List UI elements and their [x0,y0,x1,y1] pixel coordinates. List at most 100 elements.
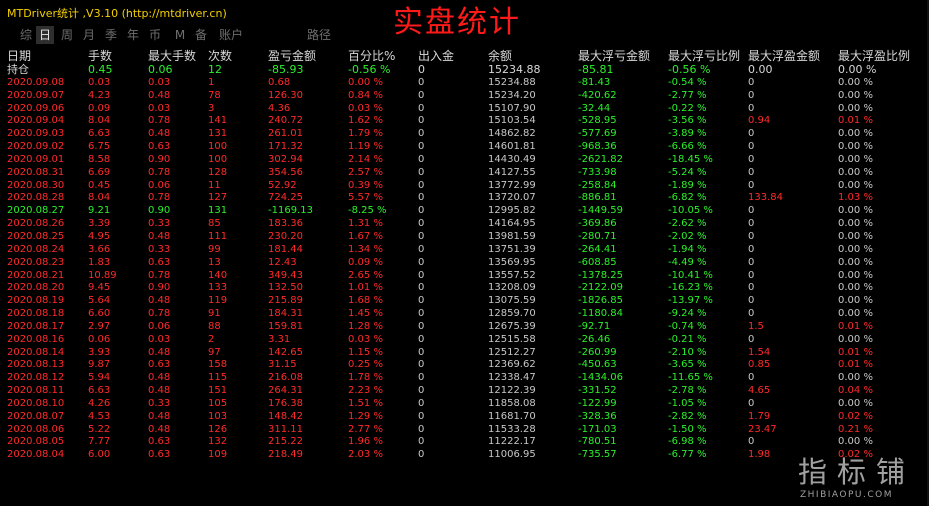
cell-1: 8.04 [88,192,111,204]
cell-0: 2020.08.24 [7,243,65,255]
table-row[interactable]: 2020.08.10 4.26 0.33 105 176.38 1.51 % 0 11858.… [0,398,929,411]
cell-11: 0.00 % [838,141,873,153]
cell-9: -1.05 % [668,397,707,409]
table-row[interactable]: 2020.08.18 6.60 0.78 91 184.31 1.45 % 0 12859.7… [0,308,929,321]
cell-4: 218.49 [268,449,303,461]
column-header-10[interactable]: 最大浮盈金额 [748,48,820,64]
tab-4[interactable]: 季 [102,26,120,44]
cell-3: 2 [208,333,215,345]
table-row[interactable]: 持仓 0.45 0.06 12 -85.93 -0.56 % 0 15234.88 -85.81… [0,63,929,77]
table-row[interactable]: 2020.08.04 6.00 0.63 109 218.49 2.03 % 0 11006.… [0,449,929,462]
table-row[interactable]: 2020.08.21 10.89 0.78 140 349.43 2.65 % 0 13557… [0,270,929,283]
table-row[interactable]: 2020.08.20 9.45 0.90 133 132.50 1.01 % 0 13208.… [0,282,929,295]
cell-2: 0.78 [148,269,171,281]
table-row[interactable]: 2020.09.03 6.63 0.48 131 261.01 1.79 % 0 14862.… [0,128,929,141]
tab-10[interactable]: 路径 [302,26,336,44]
tab-7[interactable]: M [172,26,188,44]
table-row[interactable]: 2020.08.12 5.94 0.48 115 216.08 1.78 % 0 12338.… [0,372,929,385]
cell-8: -1434.06 [578,372,623,384]
cell-7: 14430.49 [488,153,536,165]
cell-8: -258.84 [578,179,617,191]
cell-2: 0.48 [148,128,171,140]
cell-9: -1.94 % [668,243,707,255]
table-row[interactable]: 2020.09.06 0.09 0.03 3 4.36 0.03 % 0 15107.90 -3… [0,103,929,116]
cell-1: 7.77 [88,436,111,448]
table-row[interactable]: 2020.08.16 0.06 0.03 2 3.31 0.03 % 0 12515.58 -2… [0,334,929,347]
table-row[interactable]: 2020.08.28 8.04 0.78 127 724.25 5.57 % 0 13720.… [0,192,929,205]
cell-9: -0.22 % [668,102,707,114]
table-row[interactable]: 2020.08.17 2.97 0.06 88 159.81 1.28 % 0 12675.3… [0,321,929,334]
table-row[interactable]: 2020.08.19 5.64 0.48 119 215.89 1.68 % 0 13075.… [0,295,929,308]
cell-8: -780.51 [578,436,617,448]
table-row[interactable]: 2020.08.27 9.21 0.90 131 -1169.13 -8.25 % 0 129… [0,205,929,218]
table-row[interactable]: 2020.08.24 3.66 0.33 99 181.44 1.34 % 0 13751.3… [0,244,929,257]
cell-6: 0 [418,192,425,204]
cell-1: 2.97 [88,320,111,332]
cell-10: 0 [748,397,755,409]
table-row[interactable]: 2020.09.08 0.03 0.03 1 0.68 0.00 % 0 15234.88 -8… [0,77,929,90]
cell-9: -0.54 % [668,76,707,88]
cell-4: 176.38 [268,397,303,409]
table-row[interactable]: 2020.08.13 9.87 0.63 158 31.15 0.25 % 0 12369.6… [0,359,929,372]
column-header-6[interactable]: 出入金 [418,48,454,64]
table-row[interactable]: 2020.09.04 8.04 0.78 141 240.72 1.62 % 0 15103.… [0,115,929,128]
table-row[interactable]: 2020.08.14 3.93 0.48 97 142.65 1.15 % 0 12512.2… [0,347,929,360]
column-header-7[interactable]: 余额 [488,48,512,64]
column-header-2[interactable]: 最大手数 [148,48,196,64]
column-header-8[interactable]: 最大浮亏金额 [578,48,650,64]
table-row[interactable]: 2020.09.02 6.75 0.63 100 171.32 1.19 % 0 14601.… [0,141,929,154]
tab-8[interactable]: 备 [192,26,210,44]
cell-1: 6.75 [88,141,111,153]
cell-2: 0.63 [148,359,171,371]
column-header-3[interactable]: 次数 [208,48,232,64]
tab-1[interactable]: 日 [36,26,54,44]
cell-9: -6.66 % [668,141,707,153]
tab-3[interactable]: 月 [80,26,98,44]
cell-5: 1.78 % [348,372,383,384]
tab-0[interactable]: 综 [18,26,34,44]
column-header-4[interactable]: 盈亏金额 [268,48,316,64]
cell-2: 0.48 [148,295,171,307]
column-header-1[interactable]: 手数 [88,48,112,64]
cell-7: 12338.47 [488,372,536,384]
table-row[interactable]: 2020.08.05 7.77 0.63 132 215.22 1.96 % 0 11222.… [0,436,929,449]
table-row[interactable]: 2020.09.07 4.23 0.48 78 126.30 0.84 % 0 15234.2… [0,90,929,103]
cell-1: 3.93 [88,346,111,358]
table-row[interactable]: 2020.08.26 3.39 0.33 85 183.36 1.31 % 0 14164.9… [0,218,929,231]
cell-3: 100 [208,153,228,165]
cell-1: 5.94 [88,372,111,384]
cell-0: 2020.08.17 [7,320,65,332]
cell-3: 12 [208,63,222,76]
cell-6: 0 [418,153,425,165]
table-row[interactable]: 2020.09.01 8.58 0.90 100 302.94 2.14 % 0 14430.… [0,154,929,167]
table-row[interactable]: 2020.08.25 4.95 0.48 111 230.20 1.67 % 0 13981.… [0,231,929,244]
cell-3: 85 [208,218,221,230]
cell-8: -328.36 [578,410,617,422]
table-row[interactable]: 2020.08.11 6.63 0.48 151 264.31 2.23 % 0 12122.… [0,385,929,398]
table-row[interactable]: 2020.08.31 6.69 0.78 128 354.56 2.57 % 0 14127.… [0,167,929,180]
column-header-11[interactable]: 最大浮盈比例 [838,48,910,64]
table-row[interactable]: 2020.08.07 4.53 0.48 103 148.42 1.29 % 0 11681.… [0,411,929,424]
tab-9[interactable]: 账户 [216,26,246,44]
cell-8: -735.57 [578,449,617,461]
tab-2[interactable]: 周 [58,26,76,44]
cell-11: 0.01 % [838,115,873,127]
cell-6: 0 [418,410,425,422]
cell-3: 131 [208,205,228,217]
column-header-0[interactable]: 日期 [7,48,31,64]
table-row[interactable]: 2020.08.30 0.45 0.06 11 52.92 0.39 % 0 13772.99… [0,180,929,193]
table-row[interactable]: 2020.08.06 5.22 0.48 126 311.11 2.77 % 0 11533.… [0,424,929,437]
cell-4: 31.15 [268,359,297,371]
cell-1: 6.00 [88,449,111,461]
column-header-5[interactable]: 百分比% [348,48,395,64]
cell-7: 13772.99 [488,179,536,191]
cell-11: 1.03 % [838,192,873,204]
tab-6[interactable]: 币 [146,26,164,44]
column-header-9[interactable]: 最大浮亏比例 [668,48,740,64]
cell-4: 302.94 [268,153,303,165]
cell-10: 0 [748,89,755,101]
cell-3: 151 [208,385,228,397]
table-row[interactable]: 2020.08.23 1.83 0.63 13 12.43 0.09 % 0 13569.95… [0,257,929,270]
tab-5[interactable]: 年 [124,26,142,44]
cell-11: 0.01 % [838,346,873,358]
